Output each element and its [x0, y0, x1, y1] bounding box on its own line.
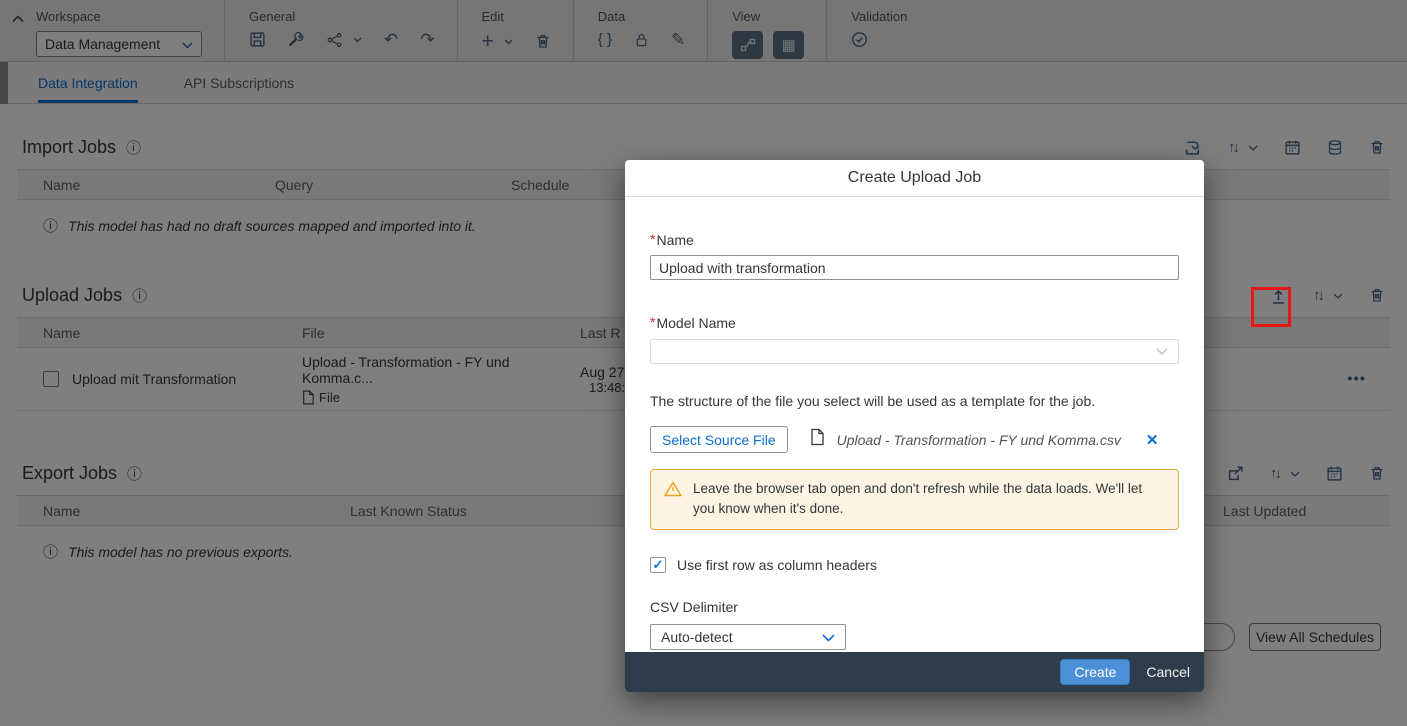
name-input[interactable] — [650, 255, 1179, 280]
name-field-label: *Name — [650, 231, 694, 248]
chevron-down-icon — [1156, 343, 1168, 361]
clear-file-icon[interactable]: ✕ — [1146, 431, 1159, 449]
csv-delimiter-label: CSV Delimiter — [650, 598, 738, 615]
chevron-down-icon — [822, 629, 835, 645]
dialog-title: Create Upload Job — [625, 160, 1204, 197]
create-button[interactable]: Create — [1060, 659, 1131, 685]
warning-icon — [664, 481, 682, 503]
sac-data-management-page: Workspace Data Management General — [0, 0, 1407, 726]
dialog-footer: Create Cancel — [625, 652, 1204, 692]
cancel-button[interactable]: Cancel — [1146, 664, 1190, 680]
create-upload-job-dialog: Create Upload Job *Name *Model Name The … — [625, 160, 1204, 692]
required-marker: * — [650, 231, 656, 247]
required-marker: * — [650, 314, 656, 330]
upload-warning-message: Leave the browser tab open and don't ref… — [650, 469, 1179, 530]
annotation-highlight-box — [1251, 287, 1291, 327]
warning-text: Leave the browser tab open and don't ref… — [693, 481, 1143, 517]
csv-delimiter-value: Auto-detect — [661, 628, 733, 645]
model-name-field-label: *Model Name — [650, 314, 736, 331]
file-icon — [810, 428, 824, 451]
model-name-select[interactable] — [650, 339, 1179, 364]
first-row-headers-label: Use first row as column headers — [677, 556, 877, 573]
template-hint-text: The structure of the file you select wil… — [650, 393, 1096, 409]
selected-file-name: Upload - Transformation - FY und Komma.c… — [836, 431, 1121, 448]
first-row-headers-row: ✓ Use first row as column headers — [650, 556, 1179, 573]
select-source-file-button[interactable]: Select Source File — [650, 426, 788, 453]
csv-delimiter-select[interactable]: Auto-detect — [650, 623, 846, 650]
first-row-headers-checkbox[interactable]: ✓ — [650, 556, 666, 573]
